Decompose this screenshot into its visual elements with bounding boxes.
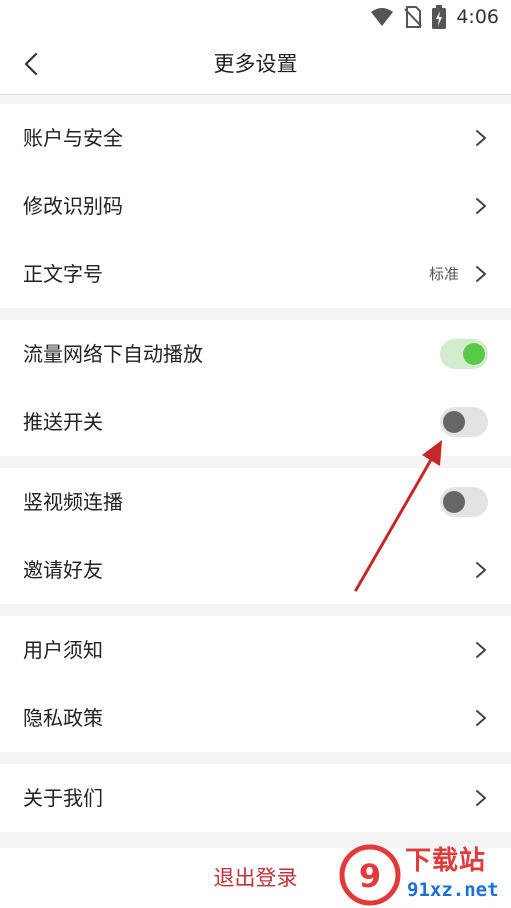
watermark-title: 下载站 [405, 846, 487, 876]
settings-group-about: 关于我们 [0, 764, 511, 832]
row-user-notice[interactable]: 用户须知 [0, 616, 511, 684]
watermark-url: 91xz.net [407, 879, 499, 901]
row-label: 流量网络下自动播放 [23, 342, 203, 366]
row-label: 账户与安全 [23, 126, 123, 150]
chevron-right-icon [476, 198, 486, 214]
toggle-knob [463, 343, 485, 365]
status-icons: 4:06 [370, 4, 499, 30]
chevron-right-icon [476, 130, 486, 146]
row-label: 竖视频连播 [23, 490, 123, 514]
row-modify-id-code[interactable]: 修改识别码 [0, 172, 511, 240]
row-privacy-policy[interactable]: 隐私政策 [0, 684, 511, 752]
push-toggle[interactable] [440, 407, 488, 437]
chevron-left-icon [24, 52, 38, 76]
status-time: 4:06 [456, 6, 499, 28]
settings-group-account: 账户与安全 修改识别码 正文字号 标准 [0, 104, 511, 308]
back-button[interactable] [14, 48, 48, 80]
row-label: 推送开关 [23, 410, 103, 434]
autoplay-toggle[interactable] [440, 339, 488, 369]
row-vertical-video-autoplay: 竖视频连播 [0, 468, 511, 536]
settings-group-legal: 用户须知 隐私政策 [0, 616, 511, 752]
row-font-size[interactable]: 正文字号 标准 [0, 240, 511, 308]
settings-group-video: 竖视频连播 邀请好友 [0, 468, 511, 604]
no-sim-icon [404, 6, 423, 28]
toggle-knob [443, 411, 465, 433]
watermark: 9 下载站 91xz.net [339, 844, 509, 906]
watermark-logo-icon: 9 [339, 844, 401, 906]
row-about-us[interactable]: 关于我们 [0, 764, 511, 832]
row-autoplay-cellular: 流量网络下自动播放 [0, 320, 511, 388]
row-label: 关于我们 [23, 786, 103, 810]
vertical-video-toggle[interactable] [440, 487, 488, 517]
battery-charging-icon [432, 5, 447, 29]
header-bar: 更多设置 [0, 34, 511, 95]
row-push-switch: 推送开关 [0, 388, 511, 456]
font-size-value: 标准 [428, 265, 459, 283]
settings-group-playback: 流量网络下自动播放 推送开关 [0, 320, 511, 456]
wifi-icon [371, 8, 394, 26]
toggle-knob [443, 491, 465, 513]
chevron-right-icon [476, 562, 486, 578]
row-label: 邀请好友 [23, 558, 103, 582]
row-invite-friends[interactable]: 邀请好友 [0, 536, 511, 604]
row-label: 正文字号 [23, 262, 103, 286]
row-label: 用户须知 [23, 638, 103, 662]
page-title: 更多设置 [213, 52, 298, 76]
row-label: 修改识别码 [23, 194, 123, 218]
row-label: 隐私政策 [23, 706, 103, 730]
chevron-right-icon [476, 266, 486, 282]
svg-text:9: 9 [359, 857, 381, 895]
chevron-right-icon [476, 790, 486, 806]
status-bar: 4:06 [0, 0, 511, 34]
chevron-right-icon [476, 642, 486, 658]
chevron-right-icon [476, 710, 486, 726]
row-account-security[interactable]: 账户与安全 [0, 104, 511, 172]
